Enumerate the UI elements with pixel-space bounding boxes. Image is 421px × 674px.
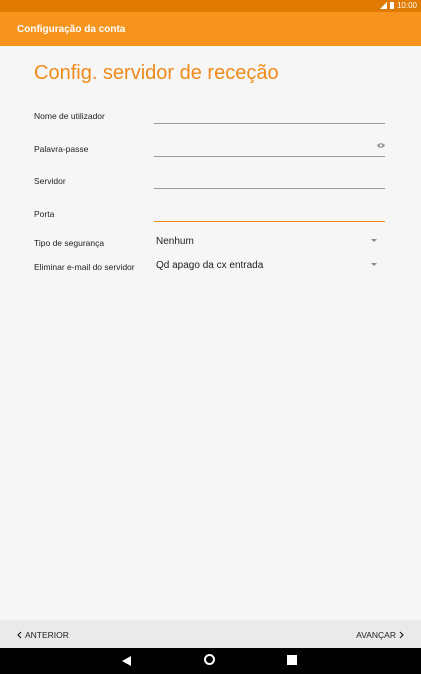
previous-label: ANTERIOR [25, 630, 69, 640]
server-input[interactable] [154, 168, 385, 188]
security-select[interactable]: Nenhum [156, 234, 385, 250]
chevron-right-icon [399, 631, 404, 639]
footer-bar: ANTERIOR AVANÇAR [0, 620, 421, 648]
signal-icon [379, 2, 387, 9]
security-label: Tipo de segurança [34, 238, 105, 248]
delete-email-select[interactable]: Qd apago da cx entrada [156, 258, 385, 274]
page-title: Config. servidor de receção [34, 62, 279, 84]
password-input[interactable] [154, 136, 385, 156]
next-button[interactable]: AVANÇAR [356, 630, 404, 640]
status-bar: 10:00 [0, 0, 421, 12]
eye-icon[interactable] [377, 143, 385, 148]
chevron-left-icon [17, 631, 22, 639]
password-label: Palavra-passe [34, 144, 89, 154]
port-label: Porta [34, 209, 55, 219]
password-field[interactable] [154, 136, 385, 157]
previous-button[interactable]: ANTERIOR [17, 630, 69, 640]
next-label: AVANÇAR [356, 630, 396, 640]
server-label: Servidor [34, 176, 66, 186]
username-input[interactable] [154, 103, 385, 123]
dropdown-arrow-icon [371, 263, 377, 266]
app-bar: Configuração da conta [0, 12, 421, 46]
dropdown-arrow-icon [371, 239, 377, 242]
back-nav-icon[interactable] [122, 656, 131, 666]
system-nav-bar [0, 648, 421, 674]
port-field[interactable] [154, 201, 385, 222]
port-input[interactable] [154, 201, 385, 221]
delete-email-label: Eliminar e-mail do servidor [34, 262, 135, 272]
delete-email-value: Qd apago da cx entrada [156, 260, 264, 271]
server-field[interactable] [154, 168, 385, 189]
app-bar-title: Configuração da conta [17, 24, 126, 35]
username-field[interactable] [154, 103, 385, 124]
security-value: Nenhum [156, 236, 194, 247]
recent-apps-nav-icon[interactable] [287, 655, 297, 665]
home-nav-icon[interactable] [204, 654, 215, 665]
username-label: Nome de utilizador [34, 111, 105, 121]
battery-icon [389, 2, 394, 9]
status-time: 10:00 [396, 1, 417, 10]
